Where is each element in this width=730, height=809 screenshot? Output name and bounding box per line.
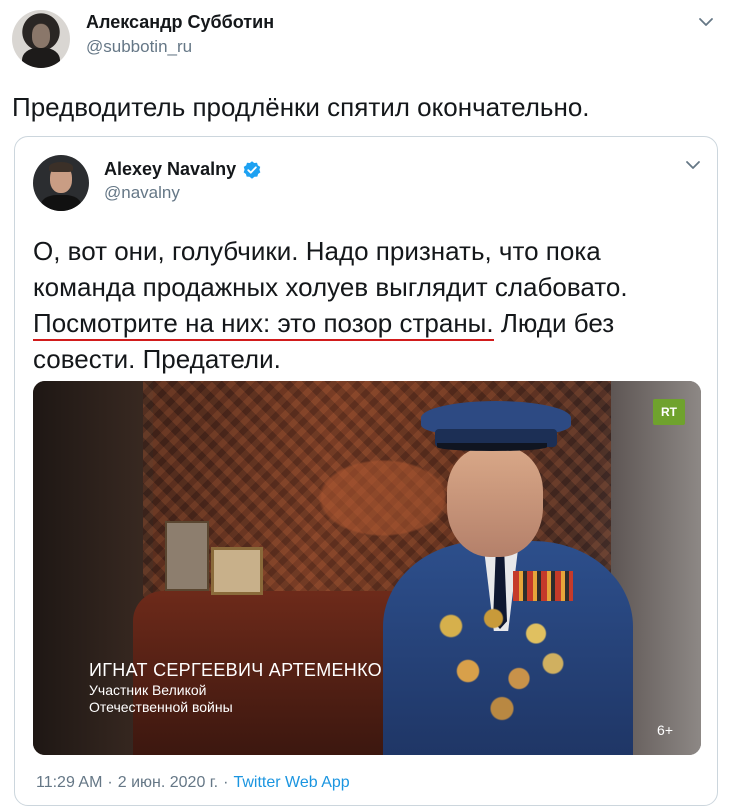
text-before: О, вот они, голубчики. Надо признать, чт… <box>33 236 628 302</box>
tweet-date[interactable]: 2 июн. 2020 г. <box>118 774 218 792</box>
tweet-text: Предводитель продлёнки спятил окончатель… <box>12 92 590 122</box>
age-rating-badge: 6+ <box>657 722 673 738</box>
author-name[interactable]: Александр Субботин <box>86 12 274 33</box>
tweet-time[interactable]: 11:29 AM <box>36 774 102 792</box>
verified-badge-icon <box>243 160 261 179</box>
author-handle[interactable]: @subbotin_ru <box>86 37 192 57</box>
quoted-tweet-card[interactable]: Alexey Navalny @navalny О, вот они, голу… <box>14 136 718 806</box>
video-player[interactable]: RT ИГНАТ СЕРГЕЕВИЧ АРТЕМЕНКО Участник Ве… <box>33 381 701 755</box>
quoted-tweet-text: О, вот они, голубчики. Надо признать, чт… <box>33 233 703 377</box>
channel-logo: RT <box>653 399 685 425</box>
video-photo-frame <box>165 521 209 591</box>
outer-tweet-header: Александр Субботин @subbotin_ru <box>12 10 718 70</box>
tweet-meta: 11:29 AM · 2 июн. 2020 г. · Twitter Web … <box>36 774 350 792</box>
avatar[interactable] <box>12 10 70 68</box>
veteran-head <box>447 447 543 557</box>
video-caption-name: ИГНАТ СЕРГЕЕВИЧ АРТЕМЕНКО <box>89 660 382 680</box>
chevron-down-icon[interactable] <box>696 12 716 32</box>
source-app-link[interactable]: Twitter Web App <box>233 774 349 792</box>
video-veteran-figure <box>373 391 643 755</box>
meta-separator: · <box>107 774 113 791</box>
avatar-hair <box>49 162 73 172</box>
avatar-face <box>32 24 50 48</box>
video-caption-role: Отечественной войны <box>89 699 233 715</box>
quoted-author-name[interactable]: Alexey Navalny <box>104 159 236 180</box>
avatar[interactable] <box>33 155 89 211</box>
video-caption-role: Участник Великой <box>89 682 207 698</box>
avatar-body <box>22 48 60 68</box>
quoted-author-name-row[interactable]: Alexey Navalny <box>104 159 262 180</box>
avatar-body <box>41 195 81 211</box>
cap-visor <box>437 443 547 451</box>
video-photo-frame <box>211 547 263 595</box>
underlined-text: Посмотрите на них: это позор страны. <box>33 308 494 341</box>
meta-separator: · <box>223 774 229 791</box>
medals <box>417 581 587 731</box>
quoted-author-handle[interactable]: @navalny <box>104 183 180 203</box>
chevron-down-icon[interactable] <box>683 155 703 175</box>
